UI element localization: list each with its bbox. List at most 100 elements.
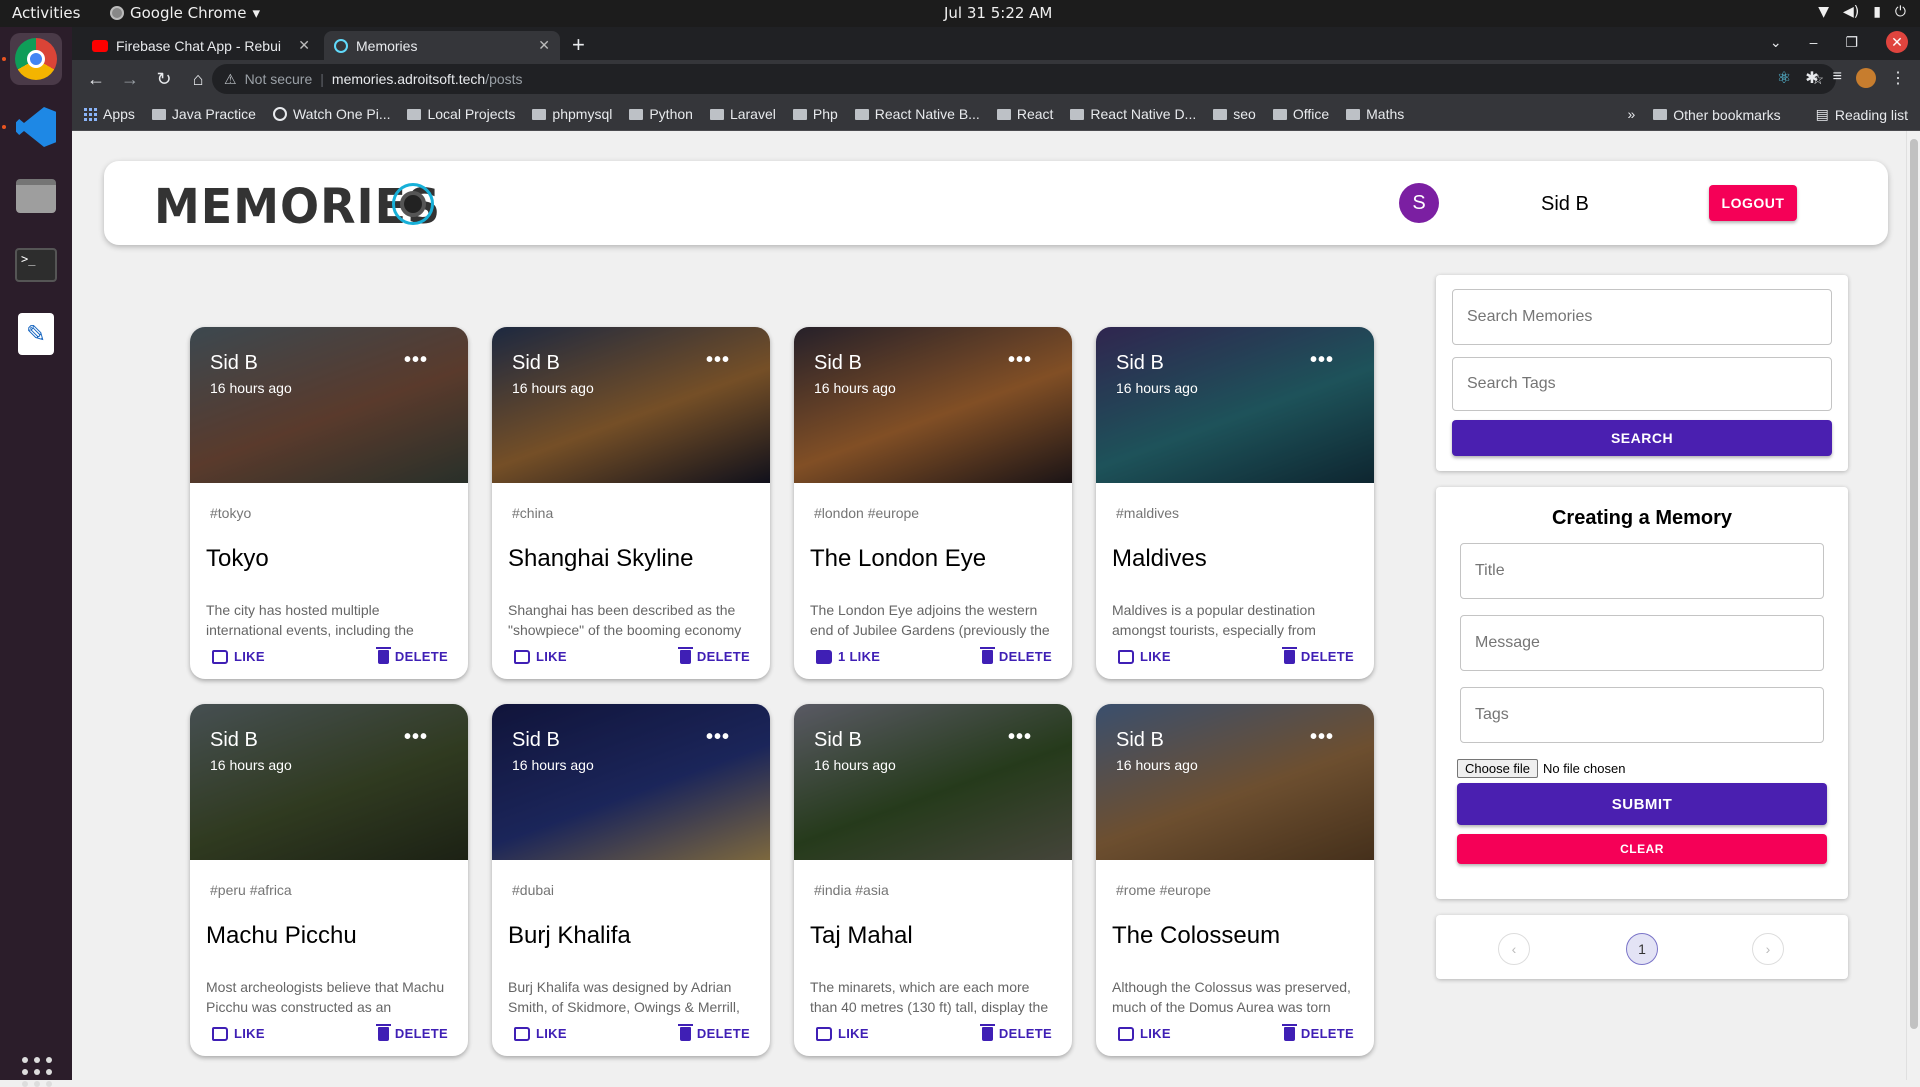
like-button[interactable]: LIKE <box>212 1026 265 1041</box>
minimize-icon[interactable]: – <box>1810 34 1818 50</box>
delete-button[interactable]: DELETE <box>1281 1023 1354 1041</box>
terminal-icon: >_ <box>15 248 57 282</box>
media-icon[interactable]: ≡ <box>1833 68 1842 88</box>
bookmark-folder[interactable]: Local Projects <box>407 106 515 122</box>
post-card: Sid B 16 hours ago ••• #india #asia Taj Maha… <box>794 704 1072 1056</box>
home-icon[interactable]: ⌂ <box>188 69 208 90</box>
delete-button[interactable]: DELETE <box>979 1023 1052 1041</box>
bookmark-folder[interactable]: Maths <box>1346 106 1404 122</box>
chrome-icon <box>110 6 124 20</box>
post-tags: #maldives <box>1116 505 1180 521</box>
dock-text-editor[interactable]: ✎ <box>10 308 62 360</box>
like-button[interactable]: LIKE <box>1118 1026 1171 1041</box>
choose-file-button[interactable]: Choose file <box>1457 759 1539 778</box>
more-options-icon[interactable]: ••• <box>706 726 730 749</box>
forward-icon[interactable]: → <box>120 69 140 90</box>
more-options-icon[interactable]: ••• <box>1008 726 1032 749</box>
more-options-icon[interactable]: ••• <box>404 349 428 372</box>
close-window-icon[interactable]: ✕ <box>1886 31 1908 53</box>
thumb-up-icon <box>514 649 530 664</box>
profile-avatar-icon[interactable] <box>1856 68 1876 88</box>
prev-page-button[interactable]: ‹ <box>1498 933 1530 965</box>
bookmark-folder[interactable]: React Native D... <box>1070 106 1196 122</box>
restore-icon[interactable]: ❐ <box>1845 34 1858 51</box>
more-options-icon[interactable]: ••• <box>1310 726 1334 749</box>
search-memories-input[interactable]: Search Memories <box>1452 289 1832 345</box>
message-field[interactable]: Message <box>1460 615 1824 671</box>
search-button[interactable]: SEARCH <box>1452 420 1832 456</box>
other-bookmarks[interactable]: Other bookmarks <box>1653 106 1781 123</box>
system-tray[interactable]: ▼ ◀) ▮ ⏻ <box>1818 4 1906 20</box>
logout-button[interactable]: LOGOUT <box>1709 185 1797 221</box>
bookmark-label: Php <box>812 106 838 122</box>
bookmark-folder[interactable]: Java Practice <box>151 106 256 122</box>
bookmarks-overflow-button[interactable]: » <box>1627 106 1635 123</box>
close-tab-icon[interactable]: ✕ <box>298 37 310 54</box>
delete-button[interactable]: DELETE <box>979 646 1052 664</box>
post-author: Sid B <box>210 352 258 374</box>
tab-memories[interactable]: Memories ✕ <box>324 31 560 60</box>
browser-toolbar: ← → ↻ ⌂ ⚠ Not secure | memories.adroitso… <box>72 60 1920 98</box>
like-button[interactable]: LIKE <box>212 649 265 664</box>
more-options-icon[interactable]: ••• <box>1310 349 1334 372</box>
like-button[interactable]: LIKE <box>1118 649 1171 664</box>
tags-field[interactable]: Tags <box>1460 687 1824 743</box>
activities-button[interactable]: Activities <box>12 4 80 22</box>
bookmark-apps[interactable]: Apps <box>84 106 135 122</box>
bookmark-folder[interactable]: React Native B... <box>854 106 980 122</box>
like-button[interactable]: 1 LIKE <box>816 649 880 664</box>
tab-firebase[interactable]: Firebase Chat App - Rebui ✕ <box>82 31 320 60</box>
dock-chrome[interactable] <box>10 33 62 85</box>
delete-button[interactable]: DELETE <box>375 646 448 664</box>
bookmark-folder[interactable]: React <box>996 106 1053 122</box>
delete-button[interactable]: DELETE <box>677 1023 750 1041</box>
dock-vscode[interactable] <box>10 101 62 153</box>
bookmark-folder[interactable]: phpmysql <box>532 106 612 122</box>
post-tags: #london #europe <box>814 505 920 521</box>
app-menu[interactable]: Google Chrome ▾ <box>110 4 260 22</box>
delete-button[interactable]: DELETE <box>677 646 750 664</box>
bookmark-folder[interactable]: seo <box>1213 106 1256 122</box>
bookmark-folder[interactable]: Office <box>1272 106 1329 122</box>
reload-icon[interactable]: ↻ <box>154 69 174 90</box>
new-tab-icon[interactable]: + <box>572 32 585 58</box>
warning-icon[interactable]: ⚠ <box>224 71 237 88</box>
post-author: Sid B <box>1116 352 1164 374</box>
address-bar[interactable]: ⚠ Not secure | memories.adroitsoft.tech … <box>212 64 1836 94</box>
clear-button[interactable]: CLEAR <box>1457 834 1827 864</box>
search-tags-input[interactable]: Search Tags <box>1452 357 1832 411</box>
bookmark-folder[interactable]: Python <box>629 106 693 122</box>
bookmark-link[interactable]: Watch One Pi... <box>272 106 390 122</box>
menu-icon[interactable]: ⋮ <box>1890 68 1906 88</box>
submit-button[interactable]: SUBMIT <box>1457 783 1827 825</box>
title-field[interactable]: Title <box>1460 543 1824 599</box>
extensions-icon[interactable]: ✱ <box>1805 68 1818 88</box>
bookmark-folder[interactable]: Laravel <box>709 106 776 122</box>
page-scrollbar[interactable] <box>1906 131 1920 1080</box>
delete-label: DELETE <box>696 649 750 664</box>
page-button-current[interactable]: 1 <box>1626 933 1658 965</box>
bookmark-folder[interactable]: Php <box>792 106 838 122</box>
like-button[interactable]: LIKE <box>816 1026 869 1041</box>
thumb-up-icon <box>212 649 228 664</box>
close-tab-icon[interactable]: ✕ <box>538 37 550 54</box>
tab-search-icon[interactable]: ⌄ <box>1770 34 1782 51</box>
react-devtools-icon[interactable]: ⚛ <box>1777 68 1791 88</box>
dock-files[interactable] <box>10 170 62 222</box>
post-title: Burj Khalifa <box>508 922 631 949</box>
more-options-icon[interactable]: ••• <box>404 726 428 749</box>
back-icon[interactable]: ← <box>86 69 106 90</box>
show-apps-icon[interactable] <box>22 1057 52 1087</box>
like-button[interactable]: LIKE <box>514 649 567 664</box>
post-tags: #india #asia <box>814 882 889 898</box>
reading-list[interactable]: ▤ Reading list <box>1816 106 1908 123</box>
delete-button[interactable]: DELETE <box>1281 646 1354 664</box>
like-button[interactable]: LIKE <box>514 1026 567 1041</box>
more-options-icon[interactable]: ••• <box>706 349 730 372</box>
dock-terminal[interactable]: >_ <box>10 239 62 291</box>
clock[interactable]: Jul 31 5:22 AM <box>944 4 1052 22</box>
more-options-icon[interactable]: ••• <box>1008 349 1032 372</box>
delete-button[interactable]: DELETE <box>375 1023 448 1041</box>
scrollbar-thumb[interactable] <box>1910 139 1918 1029</box>
next-page-button[interactable]: › <box>1752 933 1784 965</box>
